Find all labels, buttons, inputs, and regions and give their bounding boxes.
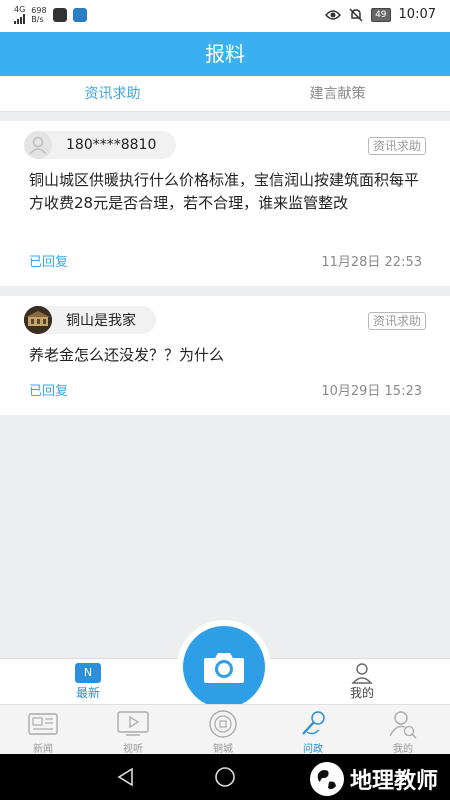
reply-status: 已回复 bbox=[29, 255, 69, 270]
post-card[interactable]: 铜山是我家 资讯求助 养老金怎么还没发？？为什么 已回复 10月29日 15:2… bbox=[0, 296, 450, 415]
notification-app-icon bbox=[52, 7, 67, 22]
battery-icon: 49 bbox=[371, 7, 391, 22]
user-pill: 180****8810 bbox=[24, 131, 177, 159]
tab-suggestions[interactable]: 建言献策 bbox=[225, 76, 450, 111]
category-tag: 资讯求助 bbox=[367, 312, 426, 330]
user-search-icon bbox=[368, 709, 438, 739]
eye-icon bbox=[325, 9, 342, 20]
status-right: 49 10:07 bbox=[325, 7, 436, 22]
page-title: 报料 bbox=[0, 32, 450, 76]
network-speed: 698 B/s bbox=[31, 6, 46, 24]
username: 铜山是我家 bbox=[66, 313, 136, 329]
clock: 10:07 bbox=[398, 7, 436, 22]
home-icon[interactable] bbox=[214, 766, 236, 788]
nav-mine-label: 我的 bbox=[393, 744, 413, 755]
network-indicator: 4G bbox=[14, 5, 25, 24]
category-tabs: 资讯求助 建言献策 bbox=[0, 76, 450, 112]
nav-news-label: 新闻 bbox=[33, 744, 53, 755]
back-icon[interactable] bbox=[116, 767, 136, 787]
post-content: 铜山城区供暖执行什么价格标准，宝信润山按建筑面积每平方收费28元是否合理，若不合… bbox=[29, 171, 420, 212]
watermark: 地理教师 bbox=[309, 762, 438, 796]
nav-news[interactable]: 新闻 bbox=[8, 707, 78, 755]
nav-city-label: 铜城 bbox=[213, 744, 233, 755]
tab-info-help[interactable]: 资讯求助 bbox=[0, 76, 225, 111]
network-type: 4G bbox=[14, 5, 26, 14]
app-navigation: 新闻 视听 铜城 问政 我的 bbox=[0, 704, 450, 755]
globe-logo-icon bbox=[309, 762, 344, 796]
speed-value: 698 bbox=[31, 5, 47, 15]
post-content: 养老金怎么还没发？？为什么 bbox=[29, 346, 225, 364]
speed-unit: B/s bbox=[31, 14, 44, 24]
nav-city[interactable]: 铜城 bbox=[188, 707, 258, 755]
camera-button-inner bbox=[183, 626, 265, 708]
avatar bbox=[24, 131, 52, 159]
notification-app-icon-2 bbox=[72, 7, 87, 22]
avatar bbox=[24, 306, 52, 334]
default-avatar-icon bbox=[29, 136, 47, 155]
tab-mine[interactable]: 我的 bbox=[332, 659, 392, 701]
latest-icon: N bbox=[75, 663, 101, 683]
post-date: 10月29日 15:23 bbox=[321, 384, 422, 399]
nav-inquiry[interactable]: 问政 bbox=[278, 707, 348, 755]
nav-video-label: 视听 bbox=[123, 744, 143, 755]
system-navigation-bar: 地理教师 bbox=[0, 754, 450, 800]
camera-icon bbox=[204, 653, 244, 683]
user-pill: 铜山是我家 bbox=[24, 306, 156, 334]
user-icon bbox=[351, 662, 373, 684]
watermark-text: 地理教师 bbox=[349, 769, 438, 794]
tab-mine-label: 我的 bbox=[349, 686, 374, 700]
city-icon bbox=[188, 709, 258, 739]
post-date: 11月28日 22:53 bbox=[321, 255, 422, 270]
video-icon bbox=[98, 709, 168, 739]
mute-bell-icon bbox=[349, 7, 363, 22]
user-photo-icon bbox=[24, 306, 52, 334]
newspaper-icon bbox=[8, 709, 78, 739]
microphone-icon bbox=[278, 709, 348, 739]
status-bar: 4G 698 B/s 49 10:07 bbox=[0, 0, 450, 32]
nav-mine[interactable]: 我的 bbox=[368, 707, 438, 755]
tab-latest-label: 最新 bbox=[75, 686, 100, 700]
tab-latest[interactable]: N 最新 bbox=[58, 659, 118, 701]
camera-button[interactable] bbox=[177, 620, 271, 714]
category-tag: 资讯求助 bbox=[367, 137, 426, 155]
username: 180****8810 bbox=[66, 137, 157, 153]
reply-status: 已回复 bbox=[29, 384, 69, 399]
nav-video[interactable]: 视听 bbox=[98, 707, 168, 755]
status-left: 4G 698 B/s bbox=[14, 5, 87, 24]
nav-inquiry-label: 问政 bbox=[303, 744, 323, 755]
post-card[interactable]: 180****8810 资讯求助 铜山城区供暖执行什么价格标准，宝信润山按建筑面… bbox=[0, 121, 450, 286]
signal-icon bbox=[14, 14, 25, 24]
screen: 4G 698 B/s 49 10:07 报料 资讯求助 建言献策 180****… bbox=[0, 0, 450, 800]
